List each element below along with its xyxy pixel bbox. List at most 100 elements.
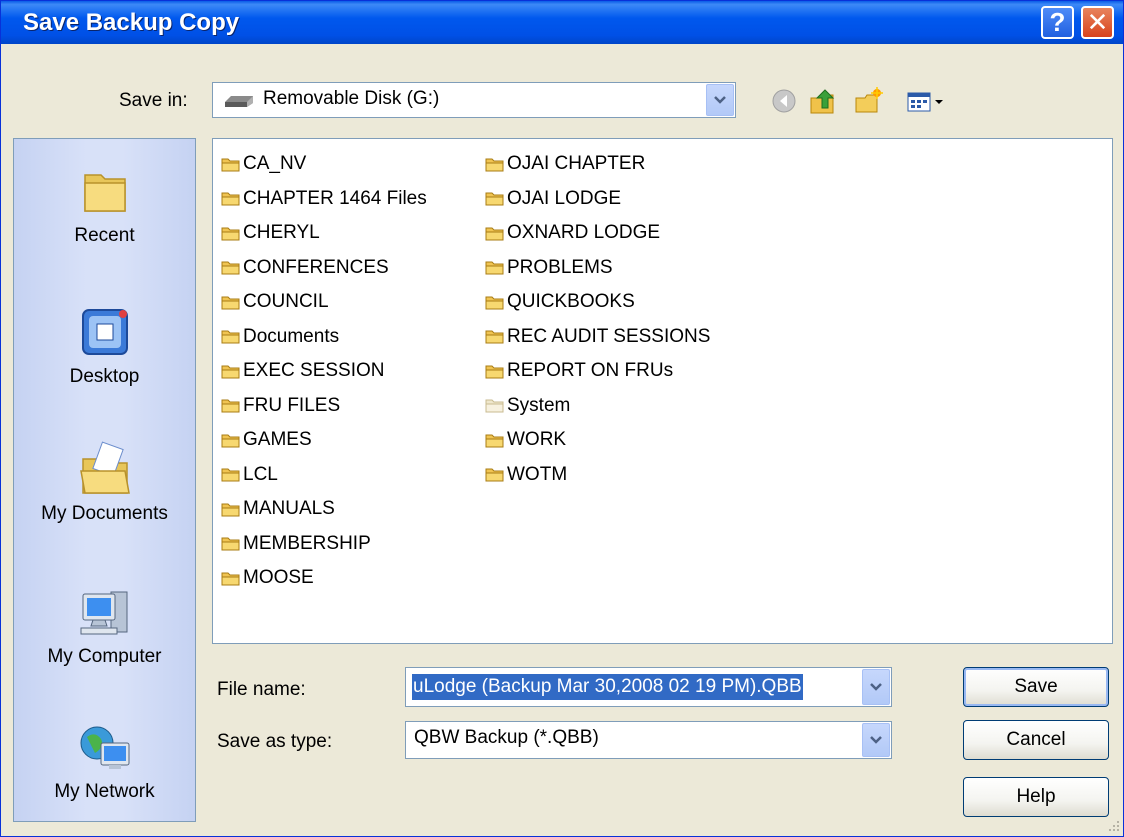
place-my-network[interactable]: My Network (14, 717, 195, 803)
save-as-type-value: QBW Backup (*.QBB) (414, 727, 599, 748)
file-name-value: uLodge (Backup Mar 30,2008 02 19 PM).QBB (412, 674, 803, 700)
folder-item[interactable]: COUNCIL (221, 285, 427, 320)
back-icon[interactable] (769, 86, 799, 116)
folder-name: EXEC SESSION (243, 360, 385, 382)
folder-icon (221, 434, 240, 448)
folder-name: REC AUDIT SESSIONS (507, 325, 711, 347)
title-close-button[interactable]: ✕ (1081, 6, 1114, 39)
place-my-computer[interactable]: My Computer (14, 582, 195, 668)
save-as-type-dropdown[interactable]: QBW Backup (*.QBB) (405, 721, 892, 759)
cancel-button[interactable]: Cancel (963, 720, 1109, 760)
desktop-icon (81, 309, 128, 355)
place-desktop[interactable]: Desktop (14, 302, 195, 388)
folder-name: CA_NV (243, 153, 307, 175)
folder-item[interactable]: CONFERENCES (221, 251, 427, 286)
folder-name: QUICKBOOKS (507, 291, 635, 313)
chevron-down-icon[interactable] (862, 723, 890, 757)
folder-item[interactable]: REC AUDIT SESSIONS (485, 320, 710, 355)
folder-item[interactable]: OXNARD LODGE (485, 216, 710, 251)
folder-name: WORK (507, 429, 567, 451)
title-help-button[interactable]: ? (1041, 6, 1074, 39)
folder-name: LCL (243, 463, 278, 485)
folder-name: OJAI CHAPTER (507, 153, 646, 175)
place-label-my-network: My Network (54, 781, 155, 802)
folder-item[interactable]: CA_NV (221, 147, 427, 182)
folder-item[interactable]: WORK (485, 423, 710, 458)
folder-icon (221, 503, 240, 517)
place-label-my-computer: My Computer (47, 646, 162, 667)
folder-icon (221, 572, 240, 586)
folder-icon (221, 468, 240, 482)
file-column-1: CA_NV CHAPTER 1464 Files CHERYL CONFERENCES… (221, 147, 427, 596)
recent-folder-icon (83, 174, 126, 212)
place-recent[interactable]: Recent (14, 161, 195, 247)
folder-item[interactable]: FRU FILES (221, 389, 427, 424)
folder-name: System (507, 394, 571, 416)
folder-icon (485, 261, 504, 275)
dialog-title: Save Backup Copy (23, 9, 240, 36)
new-folder-icon[interactable] (853, 86, 883, 116)
file-list[interactable]: CA_NV CHAPTER 1464 Files CHERYL CONFERENCES… (212, 138, 1113, 644)
folder-item[interactable]: PROBLEMS (485, 251, 710, 286)
folder-icon (221, 399, 240, 413)
save-in-label: Save in: (119, 90, 188, 111)
places-bar: Recent Desktop My Documents My Computer … (13, 138, 196, 822)
folder-name: OXNARD LODGE (507, 222, 661, 244)
my-computer-icon (80, 591, 127, 635)
file-name-field[interactable]: uLodge (Backup Mar 30,2008 02 19 PM).QBB (405, 667, 892, 707)
folder-item[interactable]: Documents (221, 320, 427, 355)
help-button[interactable]: Help (963, 777, 1109, 817)
folder-icon (485, 330, 504, 344)
removable-disk-icon (225, 96, 253, 107)
folder-icon (221, 158, 240, 172)
folder-icon (485, 434, 504, 448)
folder-icon (485, 399, 504, 413)
folder-name: MANUALS (243, 498, 335, 520)
place-label-recent: Recent (74, 225, 135, 246)
folder-item[interactable]: MEMBERSHIP (221, 527, 427, 562)
folder-item[interactable]: CHAPTER 1464 Files (221, 182, 427, 217)
save-as-type-label: Save as type: (217, 731, 333, 752)
folder-name: CONFERENCES (243, 256, 389, 278)
folder-name: WOTM (507, 463, 568, 485)
folder-name: FRU FILES (243, 394, 341, 416)
folder-item[interactable]: EXEC SESSION (221, 354, 427, 389)
folder-icon (485, 468, 504, 482)
folder-icon (221, 330, 240, 344)
folder-item[interactable]: System (485, 389, 710, 424)
folder-name: PROBLEMS (507, 256, 613, 278)
folder-item[interactable]: MANUALS (221, 492, 427, 527)
folder-item[interactable]: WOTM (485, 458, 710, 493)
folder-name: CHERYL (243, 222, 320, 244)
save-button[interactable]: Save (963, 667, 1109, 707)
save-in-dropdown[interactable]: Removable Disk (G:) (212, 82, 736, 118)
views-menu-icon[interactable] (903, 86, 953, 116)
folder-icon (221, 365, 240, 379)
folder-item[interactable]: OJAI CHAPTER (485, 147, 710, 182)
folder-item[interactable]: CHERYL (221, 216, 427, 251)
place-label-my-documents: My Documents (41, 503, 168, 524)
folder-item[interactable]: MOOSE (221, 561, 427, 596)
save-backup-dialog: Save Backup Copy ? ✕ Save in: Removable … (0, 0, 1124, 837)
folder-name: MOOSE (243, 567, 314, 589)
folder-name: OJAI LODGE (507, 187, 622, 209)
folder-item[interactable]: GAMES (221, 423, 427, 458)
folder-name: COUNCIL (243, 291, 329, 313)
folder-item[interactable]: QUICKBOOKS (485, 285, 710, 320)
folder-item[interactable]: REPORT ON FRUs (485, 354, 710, 389)
file-column-2: OJAI CHAPTER OJAI LODGE OXNARD LODGE PROBLE… (485, 147, 710, 492)
folder-icon (485, 192, 504, 206)
up-folder-icon[interactable] (807, 86, 837, 116)
title-bar[interactable]: Save Backup Copy ? ✕ (1, 1, 1123, 44)
folder-icon (485, 365, 504, 379)
folder-name: GAMES (243, 429, 312, 451)
folder-icon (221, 261, 240, 275)
place-my-documents[interactable]: My Documents (14, 439, 195, 525)
save-in-value: Removable Disk (G:) (263, 88, 440, 109)
folder-name: MEMBERSHIP (243, 532, 371, 554)
chevron-down-icon[interactable] (862, 669, 890, 705)
chevron-down-icon[interactable] (706, 84, 734, 116)
folder-item[interactable]: OJAI LODGE (485, 182, 710, 217)
resize-grip-icon[interactable] (1105, 817, 1121, 833)
folder-item[interactable]: LCL (221, 458, 427, 493)
